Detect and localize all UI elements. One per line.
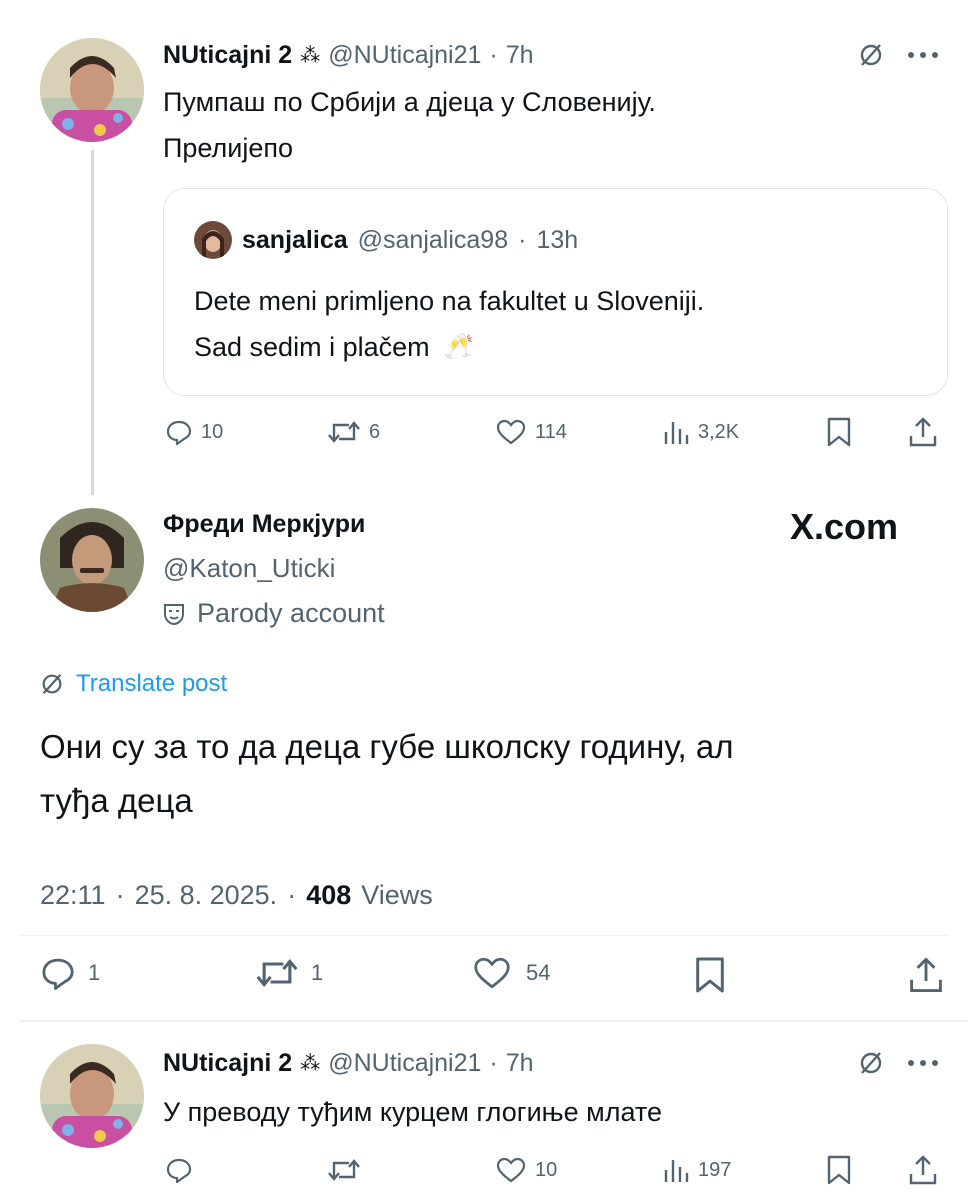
share-icon[interactable]	[908, 416, 938, 448]
bookmark-icon[interactable]	[826, 416, 852, 448]
post-text-line: туђа деца	[40, 782, 193, 819]
author-handle[interactable]: @Katon_Uticki	[163, 553, 335, 584]
author-name[interactable]: NUticajni 2	[163, 1049, 292, 1078]
repost-count: 1	[311, 960, 324, 985]
heart-icon	[495, 418, 527, 446]
views-count: 3,2K	[698, 420, 740, 443]
repost-button[interactable]: 6	[327, 418, 380, 446]
analytics-icon	[662, 418, 690, 446]
separator-dot: ·	[489, 1048, 498, 1077]
parody-mask-icon	[163, 602, 185, 626]
avatar-nuticajni[interactable]	[40, 1044, 144, 1148]
like-count: 54	[526, 960, 551, 985]
bookmark-icon[interactable]	[694, 955, 726, 995]
reply-icon	[165, 1156, 193, 1184]
views-count: 197	[698, 1158, 732, 1181]
separator-dot: ·	[287, 880, 297, 910]
avatar-nuticajni[interactable]	[40, 38, 144, 142]
repost-icon	[327, 1156, 361, 1184]
thread-line	[91, 150, 94, 495]
views-button[interactable]: 197	[662, 1156, 731, 1184]
more-icon[interactable]	[906, 50, 940, 60]
post-date[interactable]: 25. 8. 2025.	[135, 880, 278, 911]
post-time[interactable]: 7h	[506, 41, 534, 70]
post-time[interactable]: 22:11	[40, 880, 106, 911]
separator-dot: ·	[489, 40, 498, 69]
avatar-fredi-merkjuri[interactable]	[40, 508, 144, 612]
bookmark-icon[interactable]	[826, 1154, 852, 1186]
like-count: 114	[535, 420, 567, 443]
share-icon[interactable]	[908, 955, 944, 995]
x-brand-logo: X.com	[790, 506, 899, 547]
like-count: 10	[535, 1158, 558, 1181]
post-text: У преводу туђим курцем глогиње млате	[163, 1097, 662, 1127]
grok-icon[interactable]	[858, 42, 884, 68]
post-time[interactable]: 7h	[506, 1049, 534, 1078]
heart-icon	[472, 955, 512, 991]
reply-button[interactable]: 1	[40, 955, 100, 991]
reply-button[interactable]: 10	[165, 418, 223, 446]
grok-icon	[40, 672, 64, 696]
affiliate-badge-icon: ⁂	[300, 1052, 321, 1075]
author-handle[interactable]: @NUticajni21	[328, 41, 481, 70]
like-button[interactable]: 54	[472, 955, 550, 991]
quoted-author-name: sanjalica	[242, 225, 348, 254]
views-button[interactable]: 3,2K	[662, 418, 739, 446]
reply-count: 1	[88, 960, 101, 985]
post-text-line: Пумпаш по Србији а дјеца у Словенију.	[163, 87, 656, 117]
repost-icon	[327, 418, 361, 446]
quoted-author-handle: @sanjalica98	[357, 225, 509, 254]
clinking-glasses-emoji: 🥂	[443, 333, 474, 360]
quoted-text-line: Sad sedim i plačem	[194, 332, 430, 362]
post-text-line: Прелијепо	[163, 133, 294, 163]
like-button[interactable]: 114	[495, 418, 567, 446]
more-icon[interactable]	[906, 1058, 940, 1068]
author-name[interactable]: Фреди Меркјури	[163, 510, 365, 539]
repost-button[interactable]: 1	[255, 955, 323, 991]
avatar-sanjalica	[194, 221, 232, 259]
post-text-line: Они су за то да деца губе школску годину…	[40, 728, 734, 765]
reply-button[interactable]	[165, 1156, 193, 1184]
share-icon[interactable]	[908, 1154, 938, 1186]
repost-count: 6	[369, 420, 381, 443]
separator-dot: ·	[115, 880, 125, 910]
quoted-post-time: 13h	[536, 225, 579, 254]
analytics-icon	[662, 1156, 690, 1184]
post-meta: 22:11 · 25. 8. 2025. · 408 Views	[40, 880, 433, 911]
grok-icon[interactable]	[858, 1050, 884, 1076]
author-name[interactable]: NUticajni 2	[163, 41, 292, 70]
affiliate-badge-icon: ⁂	[300, 44, 321, 67]
like-button[interactable]: 10	[495, 1156, 557, 1184]
translate-post-link[interactable]: Translate post	[40, 670, 227, 698]
views-label: Views	[361, 880, 433, 910]
repost-button[interactable]	[327, 1156, 361, 1184]
reply-icon	[40, 955, 76, 991]
separator-dot: ·	[518, 225, 527, 254]
translate-post-label: Translate post	[76, 670, 228, 697]
views-count: 408	[306, 880, 352, 910]
reply-icon	[165, 418, 193, 446]
repost-icon	[255, 955, 299, 991]
heart-icon	[495, 1156, 527, 1184]
parody-account-label: Parody account	[197, 598, 385, 628]
section-separator	[20, 1020, 968, 1022]
divider	[20, 935, 948, 936]
quoted-post-card[interactable]: sanjalica @sanjalica98 · 13h Dete meni p…	[163, 188, 948, 396]
reply-count: 10	[201, 420, 224, 443]
quoted-text-line: Dete meni primljeno na fakultet u Sloven…	[194, 286, 705, 316]
author-handle[interactable]: @NUticajni21	[328, 1049, 481, 1078]
